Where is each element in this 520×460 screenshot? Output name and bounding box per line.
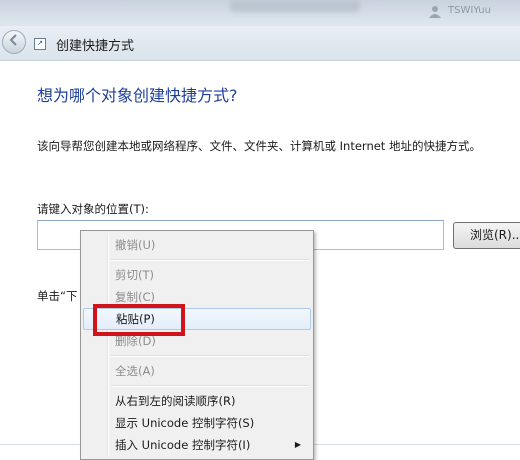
page-heading: 想为哪个对象创建快捷方式? <box>37 86 238 105</box>
titlebar-blur <box>230 0 360 12</box>
shortcut-icon: ↗ <box>34 38 46 50</box>
submenu-arrow-icon: ▶ <box>294 440 301 449</box>
menu-item-show-unicode-control[interactable]: 显示 Unicode 控制字符(S) <box>83 412 311 434</box>
titlebar-user-label: TSWIYuu <box>448 5 491 16</box>
menu-item-undo[interactable]: 撤销(U) <box>83 234 311 256</box>
wizard-nav-bar: ↗ 创建快捷方式 <box>0 26 520 61</box>
location-label: 请键入对象的位置(T): <box>37 202 149 216</box>
menu-separator <box>111 355 309 357</box>
user-icon <box>428 4 442 18</box>
paste-highlight-annotation <box>93 304 185 336</box>
context-menu: 撤销(U) 剪切(T) 复制(C) 粘贴(P) 删除(D) 全选(A) 从右到左… <box>80 230 314 460</box>
menu-item-cut[interactable]: 剪切(T) <box>83 264 311 286</box>
menu-separator <box>111 259 309 261</box>
menu-separator <box>111 385 309 387</box>
menu-item-insert-unicode-control[interactable]: 插入 Unicode 控制字符(I) ▶ <box>83 434 311 456</box>
wizard-title: 创建快捷方式 <box>56 39 135 54</box>
browse-button[interactable]: 浏览(R)... <box>453 222 520 249</box>
next-hint-text: 单击“下 <box>37 289 78 303</box>
menu-item-select-all[interactable]: 全选(A) <box>83 360 311 382</box>
back-button[interactable] <box>2 30 26 54</box>
wizard-description: 该向导帮您创建本地或网络程序、文件、文件夹、计算机或 Internet 地址的快… <box>37 139 481 153</box>
window-titlebar: TSWIYuu <box>0 0 520 26</box>
menu-item-rtl-reading-order[interactable]: 从右到左的阅读顺序(R) <box>83 390 311 412</box>
back-arrow-icon <box>8 34 20 50</box>
